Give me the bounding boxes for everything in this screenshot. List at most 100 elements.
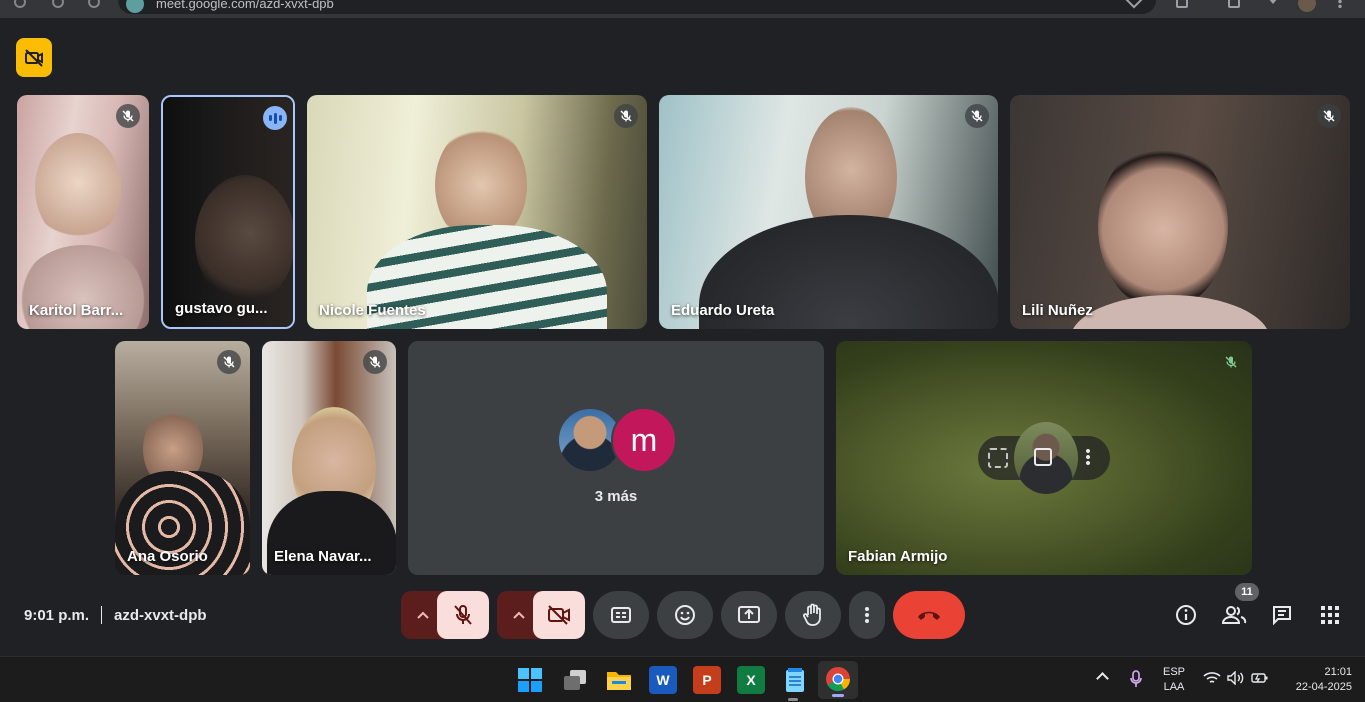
mic-off-icon	[363, 350, 387, 374]
start-icon[interactable]	[516, 666, 544, 694]
emoji-icon	[675, 605, 695, 625]
show-hidden-icons[interactable]	[1096, 672, 1109, 685]
present-icon	[738, 606, 760, 623]
participant-name: Nicole Fuentes	[319, 302, 426, 319]
language-indicator[interactable]: ESP LAA	[1160, 665, 1188, 695]
reactions-button[interactable]	[657, 591, 713, 639]
address-bar[interactable]: meet.google.com/azd-xvxt-dpb	[118, 0, 1156, 14]
mic-off-icon	[965, 104, 989, 128]
people-icon	[1221, 606, 1247, 624]
chevron-up-icon	[417, 611, 429, 619]
reload-icon[interactable]	[88, 0, 100, 8]
windows-taskbar: W P X ESP LAA 21:01 22-04-2025	[0, 656, 1365, 702]
end-call-icon	[918, 611, 940, 620]
participant-tile[interactable]: Karitol Barr...	[17, 95, 149, 329]
language-secondary: LAA	[1163, 681, 1185, 693]
self-view-controls	[978, 422, 1110, 494]
avatar-letter: m	[611, 407, 677, 473]
mic-off-icon	[217, 350, 241, 374]
browser-menu-icon[interactable]	[1338, 0, 1342, 8]
camera-toggle-button[interactable]	[533, 591, 585, 639]
mic-off-icon	[1317, 104, 1341, 128]
word-icon[interactable]: W	[649, 666, 677, 694]
browser-toolbar: meet.google.com/azd-xvxt-dpb	[0, 0, 1365, 18]
raise-hand-button[interactable]	[785, 591, 841, 639]
participant-tile[interactable]: Nicole Fuentes	[307, 95, 647, 329]
captions-button[interactable]	[593, 591, 649, 639]
present-screen-button[interactable]	[721, 591, 777, 639]
participant-name: Elena Navar...	[274, 548, 372, 565]
wifi-icon[interactable]	[1203, 671, 1221, 690]
running-app-indicator	[788, 698, 798, 701]
active-app-indicator	[832, 694, 844, 697]
download-icon[interactable]	[1228, 0, 1240, 8]
dropdown-icon[interactable]	[1268, 0, 1278, 4]
chevron-up-icon	[513, 611, 525, 619]
closed-captions-icon	[611, 607, 631, 623]
mic-off-icon	[454, 605, 472, 625]
more-participants-tile[interactable]: m 3 más	[408, 341, 824, 575]
more-vert-icon	[865, 607, 869, 623]
activities-button[interactable]	[1315, 600, 1345, 630]
battery-icon[interactable]	[1251, 671, 1269, 690]
participant-name: gustavo gu...	[175, 300, 268, 317]
more-participants-label: 3 más	[594, 488, 638, 505]
forward-icon[interactable]	[52, 0, 64, 8]
tab-icon[interactable]	[1176, 0, 1188, 8]
apps-grid-icon	[1321, 606, 1339, 624]
mic-toggle-button[interactable]	[437, 591, 489, 639]
participant-tile[interactable]: Eduardo Ureta	[659, 95, 998, 329]
meeting-details: 9:01 p.m. azd-xvxt-dpb	[24, 606, 207, 624]
excel-icon[interactable]: X	[737, 666, 765, 694]
participant-name: Karitol Barr...	[29, 302, 124, 319]
participant-tile[interactable]: Elena Navar...	[262, 341, 396, 575]
divider	[101, 606, 103, 624]
camera-off-icon	[548, 605, 570, 625]
frame-icon[interactable]	[988, 448, 1008, 468]
task-view-icon[interactable]	[561, 666, 589, 694]
people-button[interactable]	[1219, 600, 1249, 630]
hand-icon	[803, 603, 821, 626]
camera-control	[497, 591, 585, 639]
chrome-taskbar-button[interactable]	[818, 661, 858, 699]
participant-count-badge: 11	[1235, 583, 1259, 601]
more-options-button[interactable]	[849, 591, 885, 639]
microphone-in-use-icon[interactable]	[1130, 670, 1142, 693]
more-options-icon[interactable]	[1086, 448, 1090, 466]
file-explorer-icon[interactable]	[605, 666, 633, 694]
leave-call-button[interactable]	[893, 591, 965, 639]
participant-tile[interactable]: Ana Osorio	[115, 341, 250, 575]
language-primary: ESP	[1162, 666, 1185, 678]
participant-name: Fabian Armijo	[848, 548, 948, 565]
video-off-indicator[interactable]	[16, 38, 52, 77]
chat-button[interactable]	[1267, 600, 1297, 630]
mic-off-icon	[116, 104, 140, 128]
notepad-icon[interactable]	[781, 666, 809, 694]
microphone-control	[401, 591, 489, 639]
powerpoint-icon[interactable]: P	[693, 666, 721, 694]
participant-name: Ana Osorio	[127, 548, 208, 565]
system-clock[interactable]: 21:01 22-04-2025	[1280, 665, 1352, 695]
pin-self-icon[interactable]	[1034, 448, 1052, 466]
bookmark-star-icon[interactable]	[1125, 0, 1143, 9]
profile-avatar[interactable]	[1298, 0, 1316, 12]
participant-name: Lili Nuñez	[1022, 302, 1093, 319]
chat-icon	[1273, 606, 1291, 626]
self-view-tile[interactable]: Fabian Armijo	[836, 341, 1252, 575]
info-icon	[1176, 605, 1196, 625]
url-text: meet.google.com/azd-xvxt-dpb	[156, 0, 334, 11]
participant-name: Eduardo Ureta	[671, 302, 775, 319]
more-participants-avatars: m	[557, 407, 679, 473]
clock-time: 21:01	[1324, 666, 1352, 678]
mic-off-icon	[1219, 350, 1243, 374]
meeting-details-button[interactable]	[1171, 600, 1201, 630]
meet-window: meet.google.com/azd-xvxt-dpb Karitol Bar…	[0, 0, 1365, 702]
no-video-icon	[25, 48, 43, 67]
participant-tile-active-speaker[interactable]: gustavo gu...	[161, 95, 295, 329]
back-icon[interactable]	[14, 0, 26, 8]
site-info-icon[interactable]	[126, 0, 144, 13]
meeting-time: 9:01 p.m.	[24, 606, 90, 624]
volume-icon[interactable]	[1227, 670, 1245, 690]
mic-off-icon	[614, 104, 638, 128]
participant-tile[interactable]: Lili Nuñez	[1010, 95, 1350, 329]
